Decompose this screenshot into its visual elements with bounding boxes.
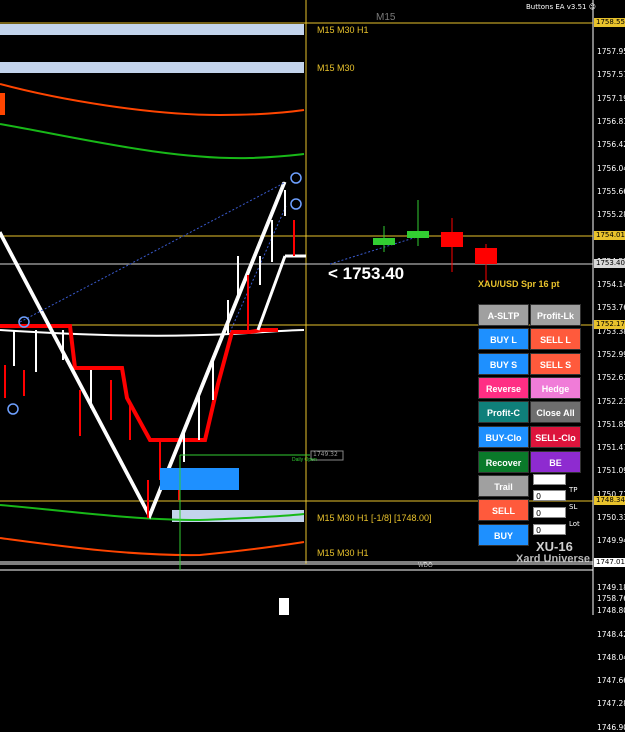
axis-tick: 1752.61 xyxy=(597,373,625,383)
profit-lk-button[interactable]: Profit-Lk xyxy=(530,304,581,326)
axis-tick: 1756.04 xyxy=(597,163,625,173)
sell-clo-button[interactable]: SELL-Clo xyxy=(530,426,581,448)
axis-tick: 1748.80 xyxy=(597,606,625,616)
brand-title: XU-16 xyxy=(536,539,573,554)
smiley-icon: ☺ xyxy=(588,3,597,11)
close-all-button[interactable]: Close All xyxy=(530,401,581,423)
axis-price-box: 1752.17 xyxy=(594,320,625,329)
sl-input[interactable]: 0 xyxy=(533,507,566,518)
bear-candle xyxy=(441,232,463,247)
axis-price-box: 1754.01 xyxy=(594,231,625,240)
sub-indicator-bar xyxy=(279,598,289,615)
field-1-input[interactable] xyxy=(533,474,566,485)
axis-tick: 1749.18 xyxy=(597,582,625,592)
profit-c-button[interactable]: Profit-C xyxy=(478,401,529,423)
axis-tick: 1752.99 xyxy=(597,349,625,359)
be-button[interactable]: BE xyxy=(530,451,581,473)
reverse-button[interactable]: Reverse xyxy=(478,377,529,399)
axis-bottom-label: 1758.7627 xyxy=(597,594,625,603)
axis-price-box: 1758.55 xyxy=(594,18,625,27)
axis-tick: 1751.85 xyxy=(597,419,625,429)
daily-open-price: 1749.32 xyxy=(313,451,338,458)
buy-clo-button[interactable]: BUY-Clo xyxy=(478,426,529,448)
lot-input[interactable]: 0 xyxy=(533,524,566,535)
buy-l-button[interactable]: BUY L xyxy=(478,328,529,350)
weekly-open-marker: WDO xyxy=(418,563,433,569)
hedge-button[interactable]: Hedge xyxy=(530,377,581,399)
axis-tick: 1751.09 xyxy=(597,466,625,476)
bull-candle xyxy=(373,238,395,245)
axis-tick: 1757.19 xyxy=(597,93,625,103)
tp-label: TP xyxy=(569,486,578,494)
axis-tick: 1751.47 xyxy=(597,443,625,453)
tp-input[interactable]: 0 xyxy=(533,490,566,501)
axis-tick: 1749.94 xyxy=(597,536,625,546)
sell-l-button[interactable]: SELL L xyxy=(530,328,581,350)
axis-tick: 1747.66 xyxy=(597,676,625,686)
sell-s-button[interactable]: SELL S xyxy=(530,353,581,375)
axis-tick: 1755.28 xyxy=(597,210,625,220)
axis-price-box: 1753.40 xyxy=(594,259,625,268)
zone-label-bottom2: M15 M30 H1 xyxy=(317,548,369,558)
sl-label: SL xyxy=(569,503,578,511)
axis-tick: 1753.76 xyxy=(597,303,625,313)
zone-bar-top2 xyxy=(0,62,304,73)
axis-tick: 1755.66 xyxy=(597,186,625,196)
axis-tick: 1756.81 xyxy=(597,116,625,126)
axis-tick: 1746.90 xyxy=(597,722,625,732)
order-block xyxy=(160,468,239,490)
zone-label-top1: M15 M30 H1 xyxy=(317,25,369,35)
trail-button[interactable]: Trail xyxy=(478,475,529,497)
bear-candle xyxy=(475,248,497,264)
buy-s-button[interactable]: BUY S xyxy=(478,353,529,375)
axis-price-box: 1748.34 xyxy=(594,496,625,505)
timeframe-watermark: M15 xyxy=(376,12,396,23)
axis-tick: 1756.42 xyxy=(597,140,625,150)
current-price-display: < 1753.40 xyxy=(328,264,405,283)
ea-label: Buttons EA v3.51 ☺ xyxy=(526,3,596,11)
spread-text: XAU/USD Spr 16 pt xyxy=(478,279,560,289)
axis-tick: 1757.57 xyxy=(597,70,625,80)
axis-tick: 1747.28 xyxy=(597,699,625,709)
axis-tick: 1754.14 xyxy=(597,280,625,289)
ea-name: Buttons EA v3.51 xyxy=(526,3,587,11)
lot-label: Lot xyxy=(569,520,580,528)
buy-button[interactable]: BUY xyxy=(478,524,529,546)
axis-price-box: 1747.01 xyxy=(594,558,625,567)
zone-label-top2: M15 M30 xyxy=(317,63,355,73)
axis-tick: 1750.33 xyxy=(597,513,625,522)
brand-subtitle: Xard Universe xyxy=(516,553,590,565)
left-orange-tag xyxy=(0,93,5,115)
recover-button[interactable]: Recover xyxy=(478,451,529,473)
a-sltp-button[interactable]: A-SLTP xyxy=(478,304,529,326)
axis-tick: 1748.04 xyxy=(597,652,625,662)
zone-bar-top1 xyxy=(0,24,304,35)
zone-label-bottom1: M15 M30 H1 [-1/8] [1748.00] xyxy=(317,513,432,523)
bull-candle xyxy=(407,231,429,238)
sell-button[interactable]: SELL xyxy=(478,499,529,521)
axis-tick: 1752.23 xyxy=(597,396,625,406)
axis-tick: 1757.95 xyxy=(597,47,625,56)
axis-tick: 1748.42 xyxy=(597,629,625,639)
